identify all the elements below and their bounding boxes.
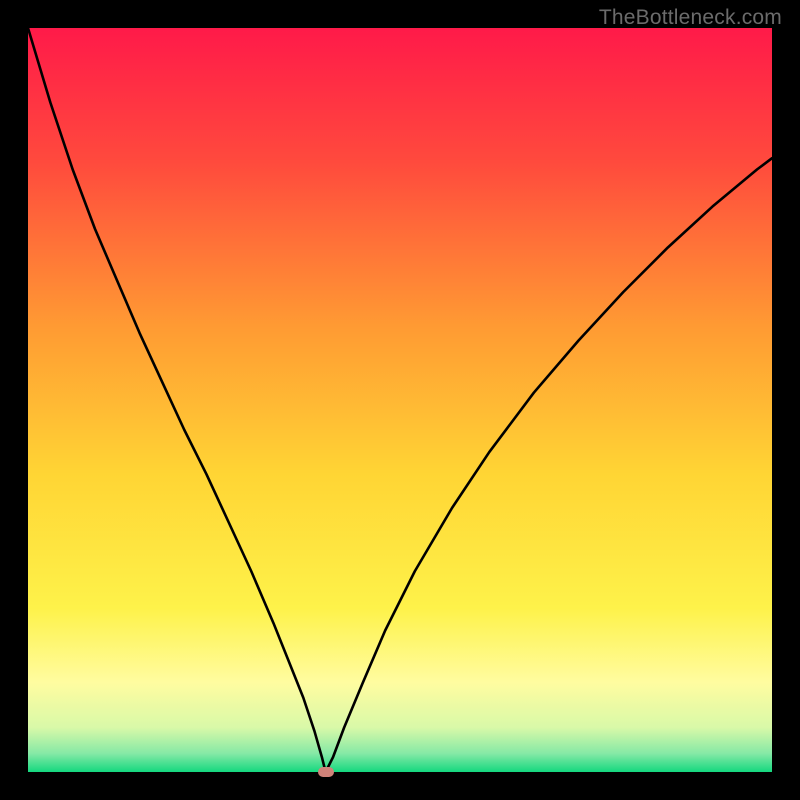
chart-background — [28, 28, 772, 772]
chart-frame — [28, 28, 772, 772]
watermark-text: TheBottleneck.com — [599, 6, 782, 30]
min-marker — [318, 767, 334, 777]
